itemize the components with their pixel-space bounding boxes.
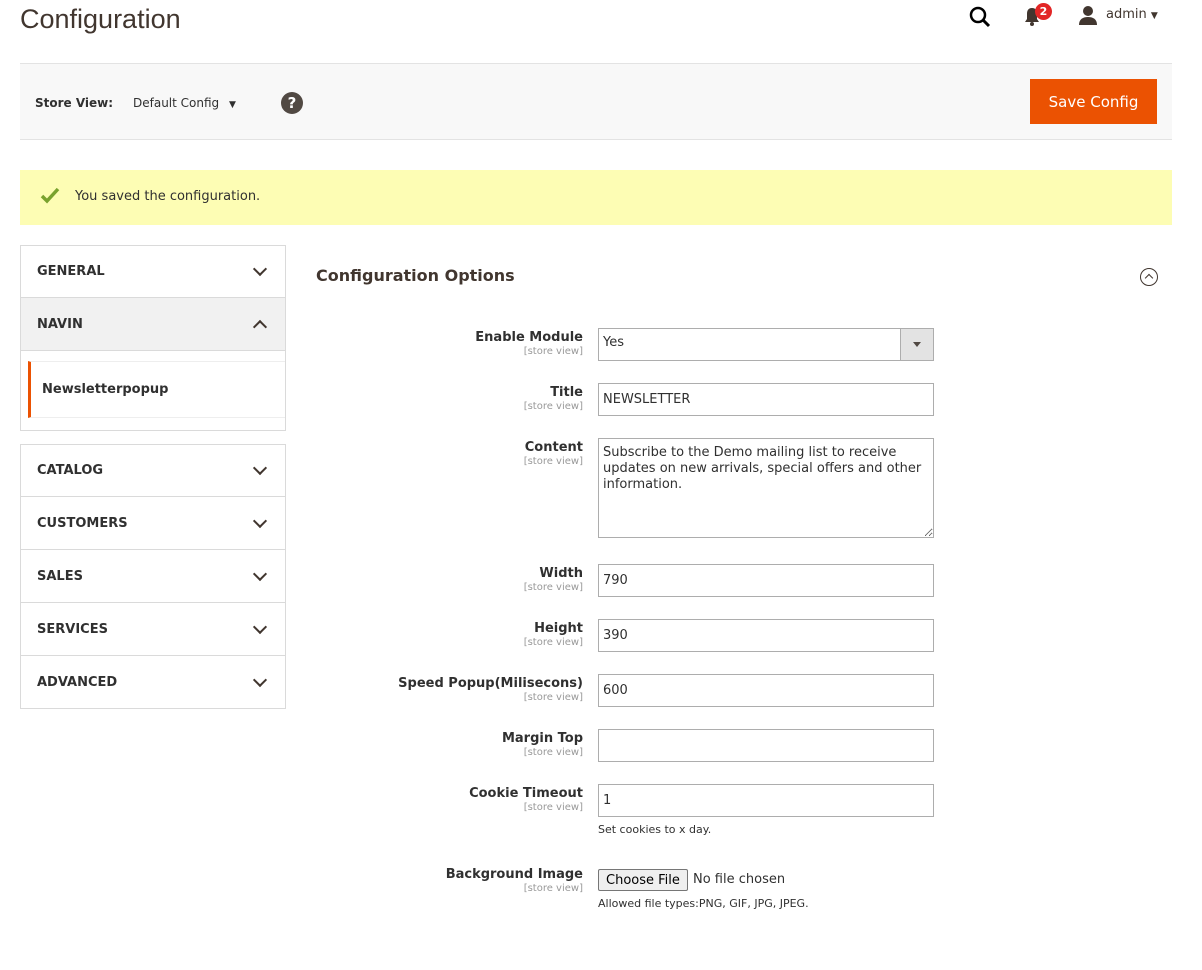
store-view-label: Store View: [35, 96, 114, 110]
content-label: Content [store view] [523, 440, 583, 467]
page-title: Configuration [20, 4, 181, 34]
chevron-down-icon [252, 619, 268, 634]
user-name: admin [1106, 7, 1147, 22]
sidebar-item-services[interactable]: SERVICES [20, 603, 286, 656]
sidebar-item-catalog[interactable]: CATALOG [20, 444, 286, 497]
sidebar-item-general[interactable]: GENERAL [20, 245, 286, 298]
sidebar-item-navin[interactable]: NAVIN [20, 298, 286, 351]
title-label: Title [store view] [523, 385, 583, 412]
checkmark-icon [40, 187, 60, 204]
height-label: Height [store view] [523, 621, 583, 648]
width-label: Width [store view] [523, 566, 583, 593]
sidebar-item-label: CATALOG [37, 463, 104, 478]
file-status: No file chosen [693, 872, 786, 887]
sidebar-item-advanced[interactable]: ADVANCED [20, 656, 286, 709]
chevron-down-icon [252, 566, 268, 581]
select-arrow-icon[interactable] [900, 329, 933, 360]
sidebar-item-label: SALES [37, 568, 83, 584]
enable-module-select[interactable]: Yes [598, 328, 934, 361]
store-view-switcher[interactable]: Default Config ▼ [133, 96, 236, 110]
search-icon[interactable] [968, 5, 992, 29]
sidebar-item-label: CUSTOMERS [37, 515, 128, 531]
sidebar-item-sales[interactable]: SALES [20, 550, 286, 603]
width-input[interactable] [598, 564, 934, 597]
margin-top-label: Margin Top [store view] [501, 731, 583, 758]
margin-top-input[interactable] [598, 729, 934, 762]
sidebar-item-label: ADVANCED [37, 674, 118, 690]
section-title: Configuration Options [316, 266, 515, 285]
chevron-down-icon [252, 261, 268, 277]
chevron-down-icon [252, 513, 268, 528]
background-image-label: Background Image [store view] [445, 867, 583, 894]
store-view-value: Default Config [133, 96, 220, 110]
cookie-note: Set cookies to x day. [598, 823, 712, 836]
cookie-timeout-label: Cookie Timeout [store view] [469, 786, 583, 813]
chevron-up-icon [252, 319, 268, 334]
sidebar-item-label: NAVIN [37, 316, 83, 332]
choose-file-button[interactable]: Choose File [598, 869, 688, 891]
chevron-down-icon [252, 460, 268, 476]
notification-badge: 2 [1035, 3, 1052, 20]
config-sidebar: GENERAL NAVIN Newsletterpopup CATALOG CU… [20, 245, 286, 709]
sidebar-subitem-newsletterpopup[interactable]: Newsletterpopup [28, 361, 285, 418]
collapse-section-icon[interactable] [1140, 268, 1158, 286]
speed-input[interactable] [598, 674, 934, 707]
user-icon[interactable] [1078, 5, 1098, 25]
height-input[interactable] [598, 619, 934, 652]
user-menu[interactable]: admin ▼ [1106, 7, 1158, 22]
caret-down-icon: ▼ [1150, 11, 1158, 21]
cookie-timeout-input[interactable] [598, 784, 934, 817]
save-config-button[interactable]: Save Config [1030, 79, 1157, 124]
message-text: You saved the configuration. [75, 189, 261, 204]
sidebar-item-label: GENERAL [37, 264, 105, 279]
enable-module-label: Enable Module [store view] [475, 330, 583, 357]
sidebar-item-customers[interactable]: CUSTOMERS [20, 497, 286, 550]
sidebar-item-label: SERVICES [37, 621, 108, 637]
help-icon[interactable]: ? [281, 92, 303, 114]
file-types-note: Allowed file types:PNG, GIF, JPG, JPEG. [598, 897, 809, 910]
caret-down-icon: ▼ [229, 100, 236, 110]
chevron-down-icon [252, 672, 268, 687]
title-input[interactable] [598, 383, 934, 416]
content-textarea[interactable]: Subscribe to the Demo mailing list to re… [598, 438, 934, 538]
speed-label: Speed Popup(Milisecons) [store view] [398, 676, 583, 703]
